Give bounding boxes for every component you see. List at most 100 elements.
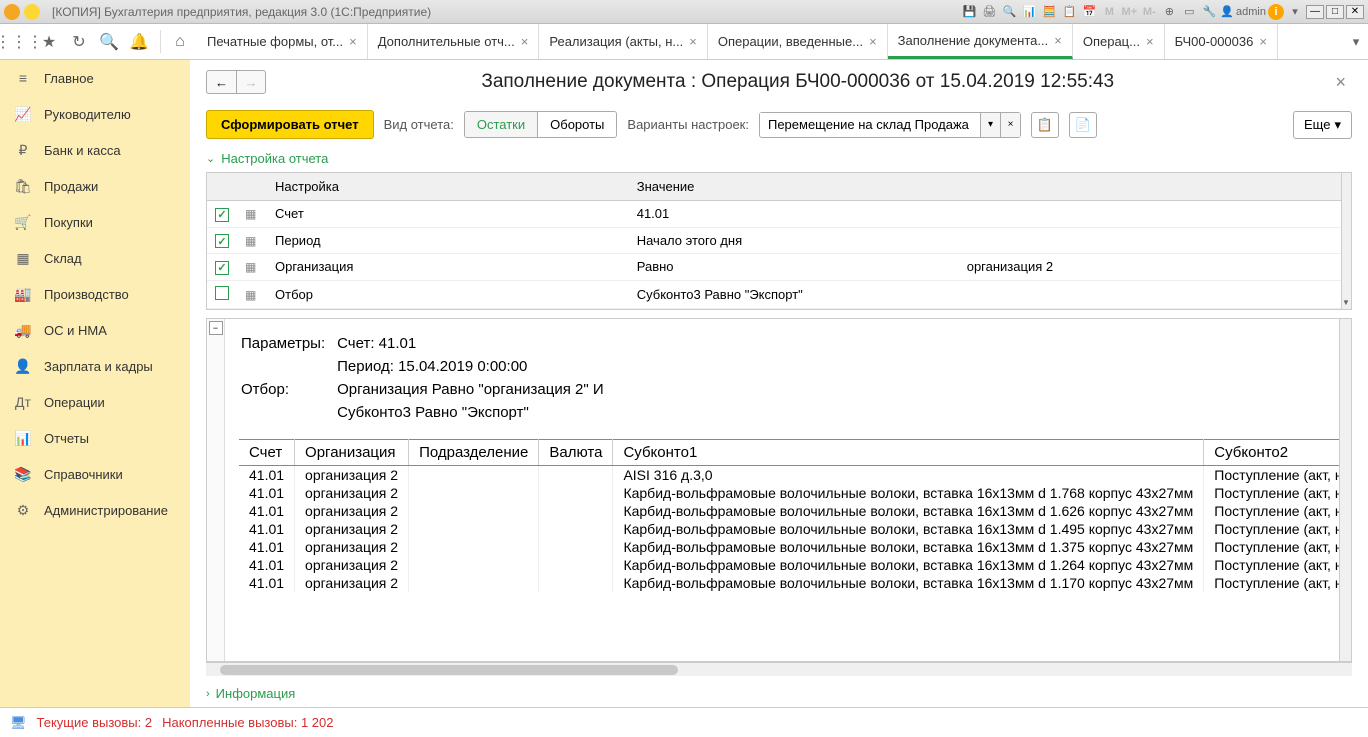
sidebar-item-bars[interactable]: 📊Отчеты — [0, 420, 190, 456]
tab-3[interactable]: Операции, введенные...× — [708, 24, 888, 59]
table-row[interactable]: 41.01организация 2Карбид-вольфрамовые во… — [239, 538, 1339, 556]
info-icon[interactable]: i — [1268, 4, 1284, 20]
settings-scroll-down[interactable]: ▼ — [1341, 297, 1351, 309]
settings-row[interactable]: ✓ ▦ Период Начало этого дня — [207, 227, 1351, 254]
checkbox-icon[interactable]: ✓ — [215, 261, 229, 275]
apps-icon[interactable]: ⋮⋮⋮ — [4, 24, 34, 60]
dropdown-icon[interactable]: ▾ — [1286, 3, 1304, 21]
calc-icon[interactable]: 🧮 — [1040, 3, 1058, 21]
preview-icon[interactable]: 🔍 — [1000, 3, 1018, 21]
minimize-button[interactable]: — — [1306, 5, 1324, 19]
tab-close-icon[interactable]: × — [349, 34, 357, 49]
report-column-header[interactable]: Подразделение — [409, 439, 539, 465]
sidebar-item-person[interactable]: 👤Зарплата и кадры — [0, 348, 190, 384]
sidebar-item-chart[interactable]: 📈Руководителю — [0, 96, 190, 132]
table-row[interactable]: 41.01организация 2Карбид-вольфрамовые во… — [239, 502, 1339, 520]
close-page-button[interactable]: × — [1329, 72, 1352, 93]
checkbox-icon[interactable]: ✓ — [215, 234, 229, 248]
close-window-button[interactable]: ✕ — [1346, 5, 1364, 19]
sidebar-item-truck[interactable]: 🚚ОС и НМА — [0, 312, 190, 348]
settings-row[interactable]: ✓ ▦ Счет 41.01 — [207, 201, 1351, 228]
cell-cur — [539, 465, 613, 484]
user-menu[interactable]: 👤 admin — [1220, 5, 1266, 18]
report-column-header[interactable]: Счет — [239, 439, 295, 465]
sidebar-item-factory[interactable]: 🏭Производство — [0, 276, 190, 312]
checkbox-icon[interactable] — [215, 286, 229, 300]
variants-select[interactable]: ▾ × — [759, 112, 1021, 138]
tab-close-icon[interactable]: × — [1054, 33, 1062, 48]
history-icon[interactable]: ↻ — [64, 24, 94, 60]
variants-clear-button[interactable]: × — [1000, 113, 1020, 137]
report-type-turnovers[interactable]: Обороты — [538, 112, 616, 137]
table-row[interactable]: 41.01организация 2Карбид-вольфрамовые во… — [239, 484, 1339, 502]
bell-icon[interactable]: 🔔 — [124, 24, 154, 60]
star-icon[interactable]: ★ — [34, 24, 64, 60]
more-button[interactable]: Еще ▾ — [1293, 111, 1352, 139]
tab-close-icon[interactable]: × — [1146, 34, 1154, 49]
sidebar-item-gear[interactable]: ⚙Администрирование — [0, 492, 190, 528]
calendar-icon[interactable]: 📅 — [1080, 3, 1098, 21]
home-icon[interactable]: ⌂ — [163, 24, 197, 59]
cell-sub2: Поступление (акт, н — [1204, 538, 1339, 556]
tab-close-icon[interactable]: × — [869, 34, 877, 49]
settings-row[interactable]: ▦ Отбор Субконто3 Равно "Экспорт" — [207, 280, 1351, 308]
tab-4[interactable]: Заполнение документа...× — [888, 24, 1073, 59]
chevron-down-icon: ▾ — [1334, 117, 1341, 133]
report-column-header[interactable]: Организация — [295, 439, 409, 465]
table-row[interactable]: 41.01организация 2Карбид-вольфрамовые во… — [239, 574, 1339, 592]
variants-input[interactable] — [760, 113, 980, 136]
search-icon[interactable]: 🔍 — [94, 24, 124, 60]
report-vertical-scrollbar[interactable] — [1339, 319, 1351, 662]
tab-close-icon[interactable]: × — [689, 34, 697, 49]
report-type-balances[interactable]: Остатки — [465, 112, 538, 137]
sidebar-item-bank[interactable]: ₽Банк и касса — [0, 132, 190, 168]
collapse-toggle[interactable]: − — [209, 321, 223, 335]
table-row[interactable]: 41.01организация 2Карбид-вольфрамовые во… — [239, 556, 1339, 574]
layout-icon[interactable]: ▭ — [1180, 3, 1198, 21]
hscroll-thumb[interactable] — [220, 665, 678, 675]
tools-icon[interactable]: 🔧 — [1200, 3, 1218, 21]
forward-button[interactable]: → — [236, 70, 266, 94]
tab-6[interactable]: БЧ00-000036× — [1165, 24, 1278, 59]
maximize-button[interactable]: □ — [1326, 5, 1344, 19]
memory-m-icon[interactable]: M — [1100, 3, 1118, 21]
memory-mminus-icon[interactable]: M- — [1140, 3, 1158, 21]
zoom-in-icon[interactable]: ⊕ — [1160, 3, 1178, 21]
sidebar-item-cart[interactable]: 🛒Покупки — [0, 204, 190, 240]
sidebar-item-boxes[interactable]: ▦Склад — [0, 240, 190, 276]
copy-settings-button[interactable]: 📋 — [1031, 112, 1059, 138]
report-outline-gutter[interactable]: − — [207, 319, 225, 662]
tab-close-icon[interactable]: × — [1259, 34, 1267, 49]
report-column-header[interactable]: Субконто2 — [1204, 439, 1339, 465]
tab-1[interactable]: Дополнительные отч...× — [368, 24, 540, 59]
form-report-button[interactable]: Сформировать отчет — [206, 110, 374, 139]
back-button[interactable]: ← — [206, 70, 236, 94]
tabs-dropdown[interactable]: ▾ — [1344, 24, 1368, 59]
table-row[interactable]: 41.01организация 2AISI 316 д.3,0Поступле… — [239, 465, 1339, 484]
tab-2[interactable]: Реализация (акты, н...× — [539, 24, 707, 59]
table-row[interactable]: 41.01организация 2Карбид-вольфрамовые во… — [239, 520, 1339, 538]
sidebar-item-book[interactable]: 📚Справочники — [0, 456, 190, 492]
notes-icon[interactable]: 📋 — [1060, 3, 1078, 21]
cell-sub2: Поступление (акт, н — [1204, 465, 1339, 484]
checkbox-icon[interactable]: ✓ — [215, 208, 229, 222]
memory-mplus-icon[interactable]: M+ — [1120, 3, 1138, 21]
report-column-header[interactable]: Валюта — [539, 439, 613, 465]
settings-section-header[interactable]: ⌄ Настройка отчета — [190, 145, 1368, 172]
tab-0[interactable]: Печатные формы, от...× — [197, 24, 368, 59]
save-icon[interactable]: 💾 — [960, 3, 978, 21]
print-icon[interactable]: 🖨 — [980, 3, 998, 21]
compare-icon[interactable]: 📊 — [1020, 3, 1038, 21]
settings-scrollbar[interactable] — [1341, 173, 1351, 309]
report-horizontal-scrollbar[interactable] — [206, 662, 1352, 676]
sidebar-item-menu[interactable]: ≡Главное — [0, 60, 190, 96]
info-section-header[interactable]: › Информация — [190, 680, 1368, 707]
tab-5[interactable]: Операц...× — [1073, 24, 1165, 59]
report-column-header[interactable]: Субконто1 — [613, 439, 1204, 465]
sidebar-item-bag[interactable]: 🛍Продажи — [0, 168, 190, 204]
tab-close-icon[interactable]: × — [521, 34, 529, 49]
pdf-button[interactable]: 📄 — [1069, 112, 1097, 138]
variants-dropdown-button[interactable]: ▾ — [980, 113, 1000, 137]
sidebar-item-dtkt[interactable]: ДтОперации — [0, 384, 190, 420]
settings-row[interactable]: ✓ ▦ Организация Равно организация 2 — [207, 254, 1351, 281]
